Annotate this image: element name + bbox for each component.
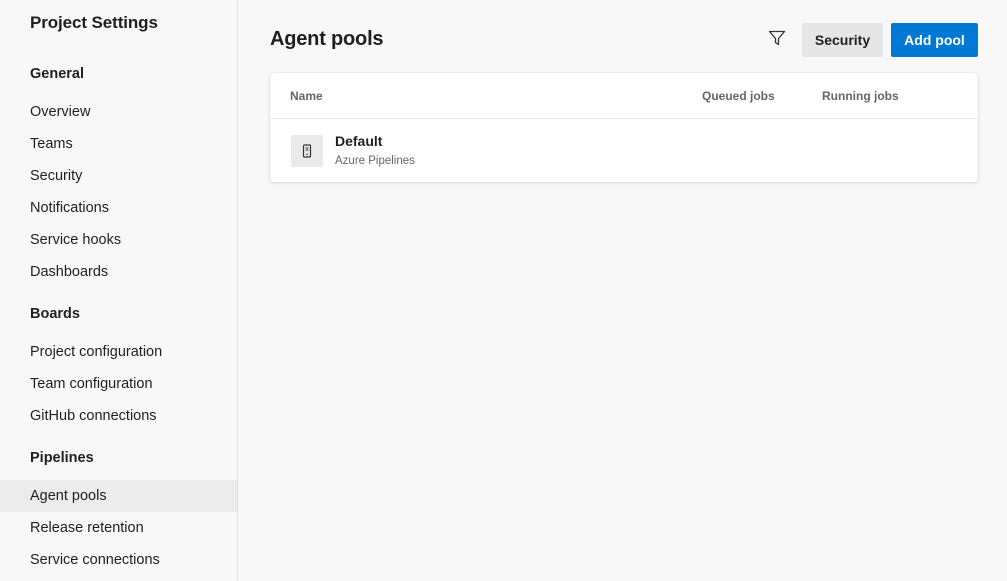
section-heading-pipelines: Pipelines (30, 450, 94, 466)
sidebar-item-service-connections[interactable]: Service connections (0, 544, 237, 576)
security-button[interactable]: Security (802, 23, 883, 57)
section-heading-general: General (30, 66, 84, 82)
agent-pools-table: Name Queued jobs Running jobs Default Az… (270, 73, 978, 182)
sidebar-title: Project Settings (30, 13, 158, 32)
sidebar-item-github-connections[interactable]: GitHub connections (0, 400, 237, 432)
sidebar-item-service-hooks[interactable]: Service hooks (0, 224, 237, 256)
column-header-name[interactable]: Name (290, 89, 323, 103)
table-row[interactable]: Default Azure Pipelines (270, 119, 978, 182)
pool-name[interactable]: Default (335, 133, 382, 149)
page-title: Agent pools (270, 28, 384, 50)
sidebar-item-team-configuration[interactable]: Team configuration (0, 368, 237, 400)
sidebar-item-dashboards[interactable]: Dashboards (0, 256, 237, 288)
filter-icon (768, 29, 786, 52)
filter-button[interactable] (766, 29, 788, 51)
agent-pool-icon (291, 135, 323, 167)
column-header-running-jobs[interactable]: Running jobs (822, 89, 899, 103)
sidebar-item-release-retention[interactable]: Release retention (0, 512, 237, 544)
sidebar-item-project-configuration[interactable]: Project configuration (0, 336, 237, 368)
pool-subtitle: Azure Pipelines (335, 155, 415, 167)
sidebar-item-agent-pools[interactable]: Agent pools (0, 480, 237, 512)
column-header-queued-jobs[interactable]: Queued jobs (702, 89, 775, 103)
sidebar-item-notifications[interactable]: Notifications (0, 192, 237, 224)
sidebar-item-security[interactable]: Security (0, 160, 237, 192)
app: Project Settings General Overview Teams … (0, 0, 1007, 581)
main-content: Agent pools Security Add pool Name Queue… (238, 0, 1007, 581)
sidebar-item-teams[interactable]: Teams (0, 128, 237, 160)
settings-sidebar: Project Settings General Overview Teams … (0, 0, 238, 581)
add-pool-button[interactable]: Add pool (891, 23, 978, 57)
section-heading-boards: Boards (30, 306, 80, 322)
sidebar-item-overview[interactable]: Overview (0, 96, 237, 128)
